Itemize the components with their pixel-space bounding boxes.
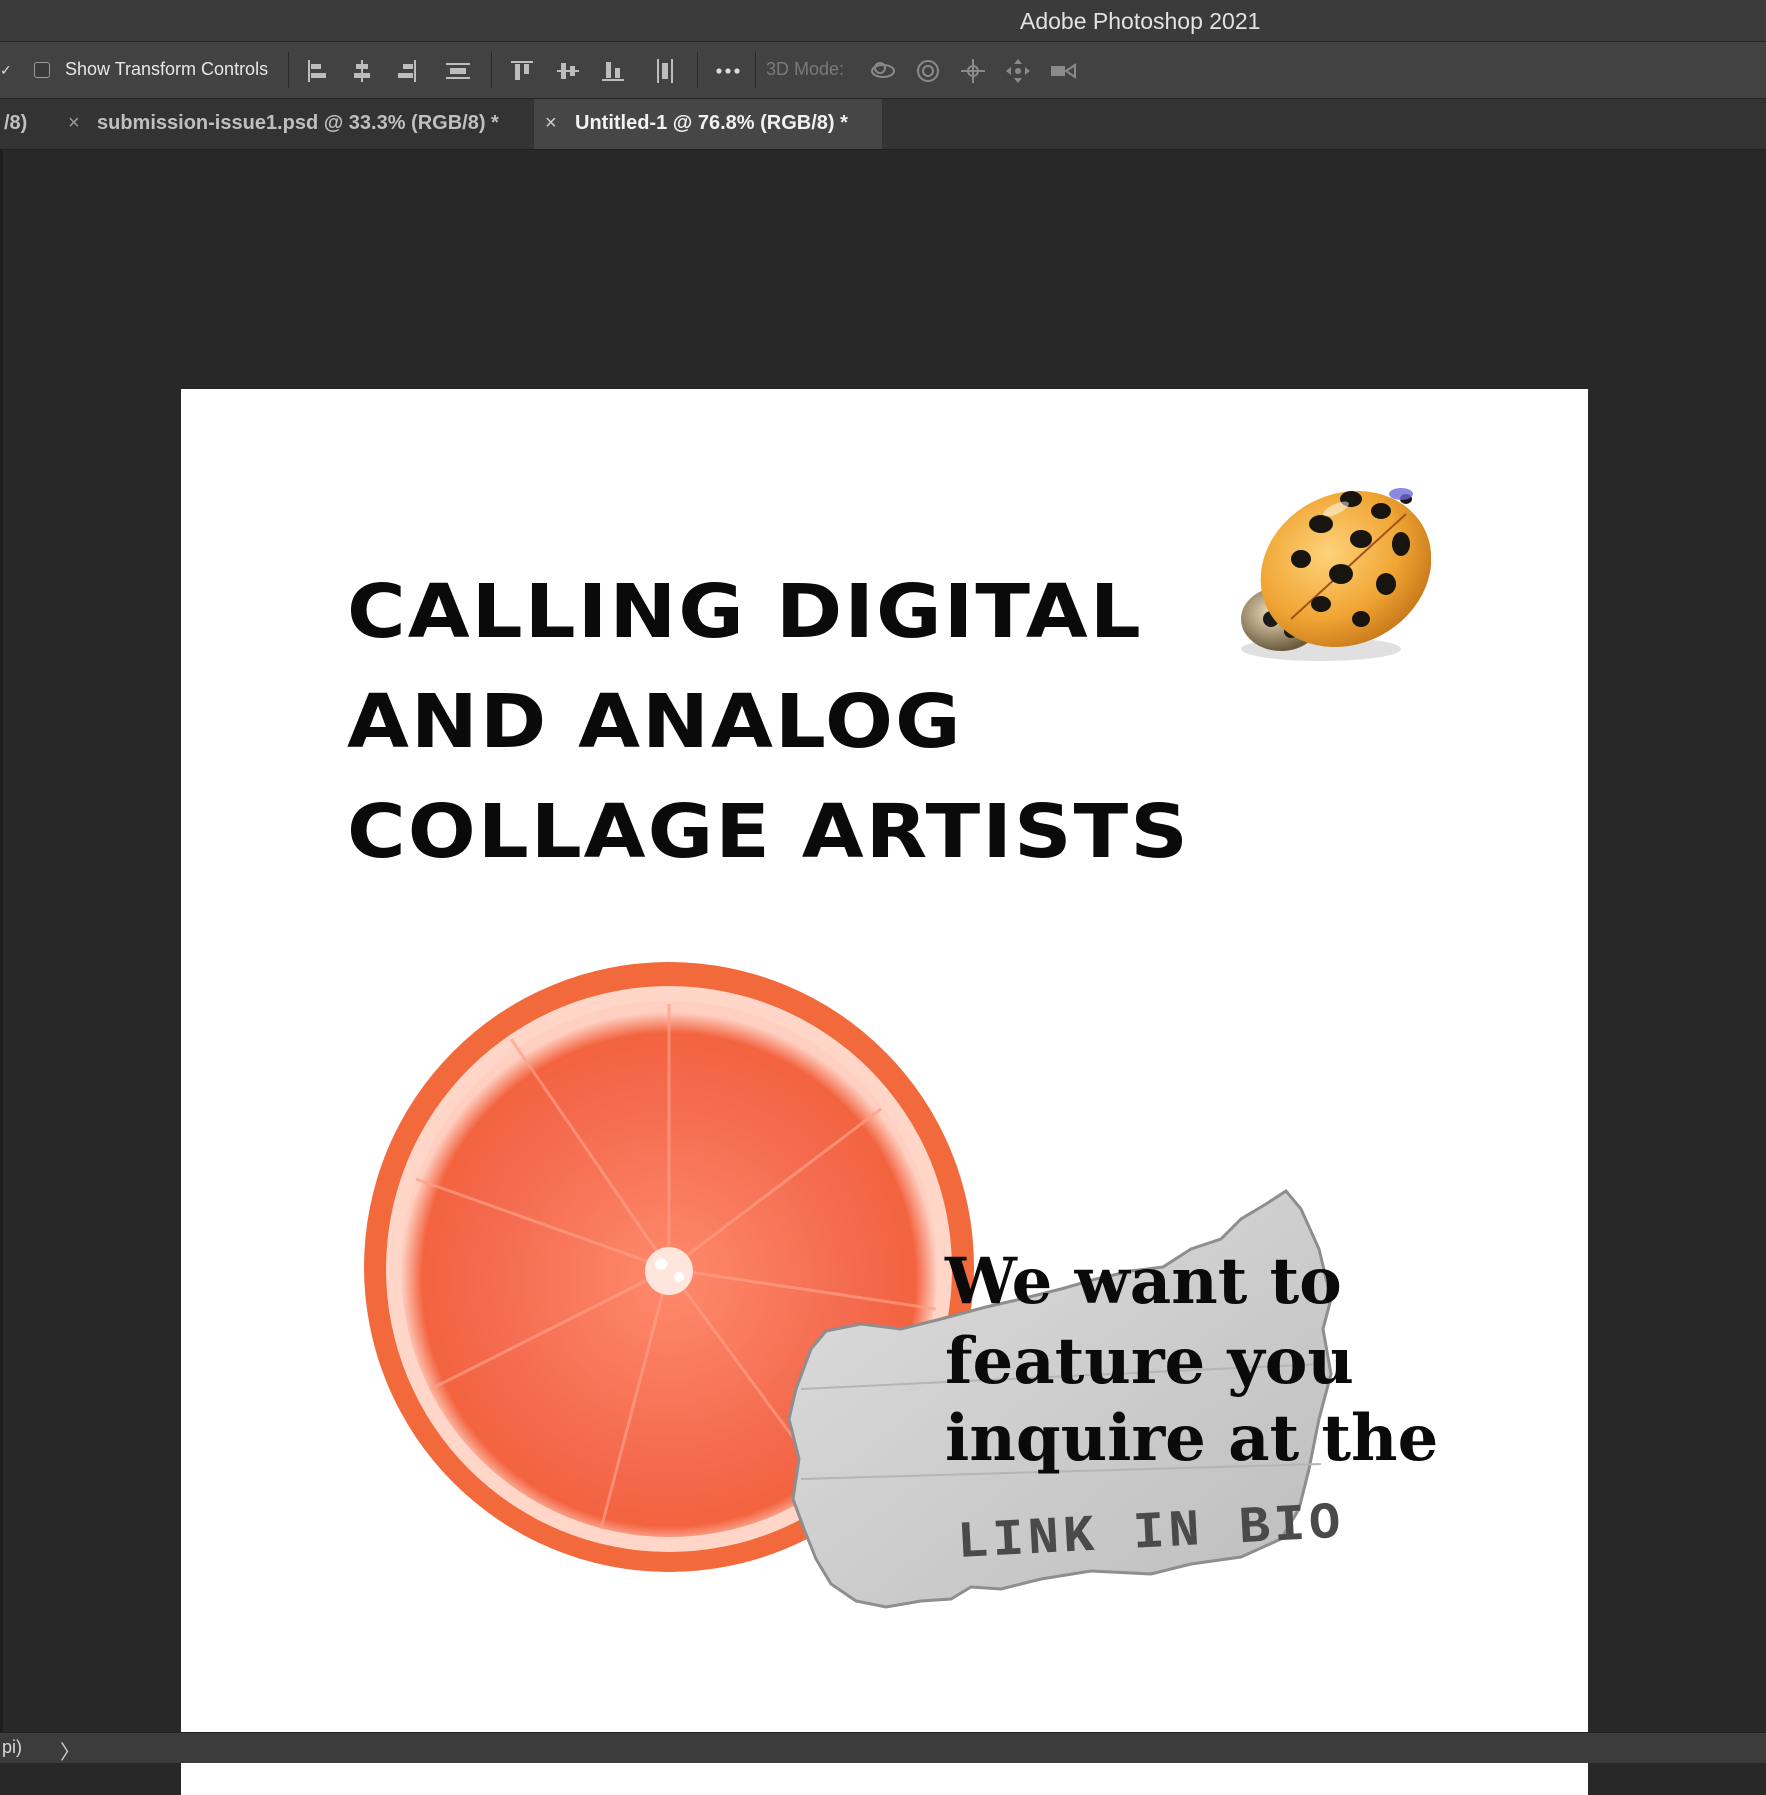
subtext-line-1: We want to <box>945 1244 1342 1319</box>
status-menu-arrow-icon[interactable]: 〉 <box>60 1736 80 1765</box>
separator <box>697 52 698 88</box>
document-canvas[interactable]: CALLING DIGITAL AND ANALOG COLLAGE ARTIS… <box>181 389 1588 1795</box>
title-bar: Adobe Photoshop 2021 <box>0 0 1766 42</box>
distribute-vertical-icon[interactable] <box>650 56 680 86</box>
ladybug-image <box>1241 488 1431 661</box>
tab-label: submission-issue1.psd @ 33.3% (RGB/8) * <box>97 112 499 134</box>
show-transform-controls-checkbox[interactable] <box>34 62 50 78</box>
align-top-edges-icon[interactable] <box>507 56 537 86</box>
document-info-text: pi) <box>2 1737 23 1757</box>
separator <box>755 52 756 88</box>
scale-3d-icon[interactable] <box>1048 56 1078 86</box>
tab-submission-issue1[interactable]: × submission-issue1.psd @ 33.3% (RGB/8) … <box>56 99 530 149</box>
subtext-line-2: feature you <box>945 1324 1354 1399</box>
show-transform-controls-label[interactable]: Show Transform Controls <box>65 59 268 80</box>
options-bar: ✓ Show Transform Controls 3D Mode: <box>0 42 1766 99</box>
tab-previous-document[interactable]: /8) <box>0 99 52 149</box>
roll-3d-icon[interactable] <box>913 56 943 86</box>
align-horizontal-centers-icon[interactable] <box>347 56 377 86</box>
more-options-icon[interactable] <box>713 56 743 86</box>
canvas-workspace[interactable]: CALLING DIGITAL AND ANALOG COLLAGE ARTIS… <box>0 150 1766 1795</box>
auto-select-checkbox[interactable]: ✓ <box>0 62 12 78</box>
headline-line-3: COLLAGE ARTISTS <box>347 789 1190 875</box>
slide-3d-icon[interactable] <box>1003 56 1033 86</box>
close-tab-icon[interactable]: × <box>545 112 557 135</box>
separator <box>288 52 289 88</box>
headline-line-1: CALLING DIGITAL <box>347 569 1143 655</box>
distribute-horizontal-icon[interactable] <box>443 56 473 86</box>
align-right-edges-icon[interactable] <box>392 56 422 86</box>
tab-untitled-1[interactable]: × Untitled-1 @ 76.8% (RGB/8) * <box>534 99 882 149</box>
3d-mode-label: 3D Mode: <box>766 59 845 79</box>
orbit-3d-icon[interactable] <box>868 56 898 86</box>
status-bar: pi) 〉 <box>0 1732 1766 1765</box>
document-tab-bar: /8) × submission-issue1.psd @ 33.3% (RGB… <box>0 99 1766 150</box>
subtext-line-3: inquire at the <box>945 1401 1439 1476</box>
close-tab-icon[interactable]: × <box>68 112 80 135</box>
align-bottom-edges-icon[interactable] <box>598 56 628 86</box>
tab-label: /8) <box>4 112 28 134</box>
align-vertical-centers-icon[interactable] <box>553 56 583 86</box>
separator <box>491 52 492 88</box>
drag-3d-icon[interactable] <box>958 56 988 86</box>
app-title: Adobe Photoshop 2021 <box>1020 8 1261 34</box>
tab-label: Untitled-1 @ 76.8% (RGB/8) * <box>575 112 848 134</box>
align-left-edges-icon[interactable] <box>302 56 332 86</box>
headline-line-2: AND ANALOG <box>347 679 963 765</box>
